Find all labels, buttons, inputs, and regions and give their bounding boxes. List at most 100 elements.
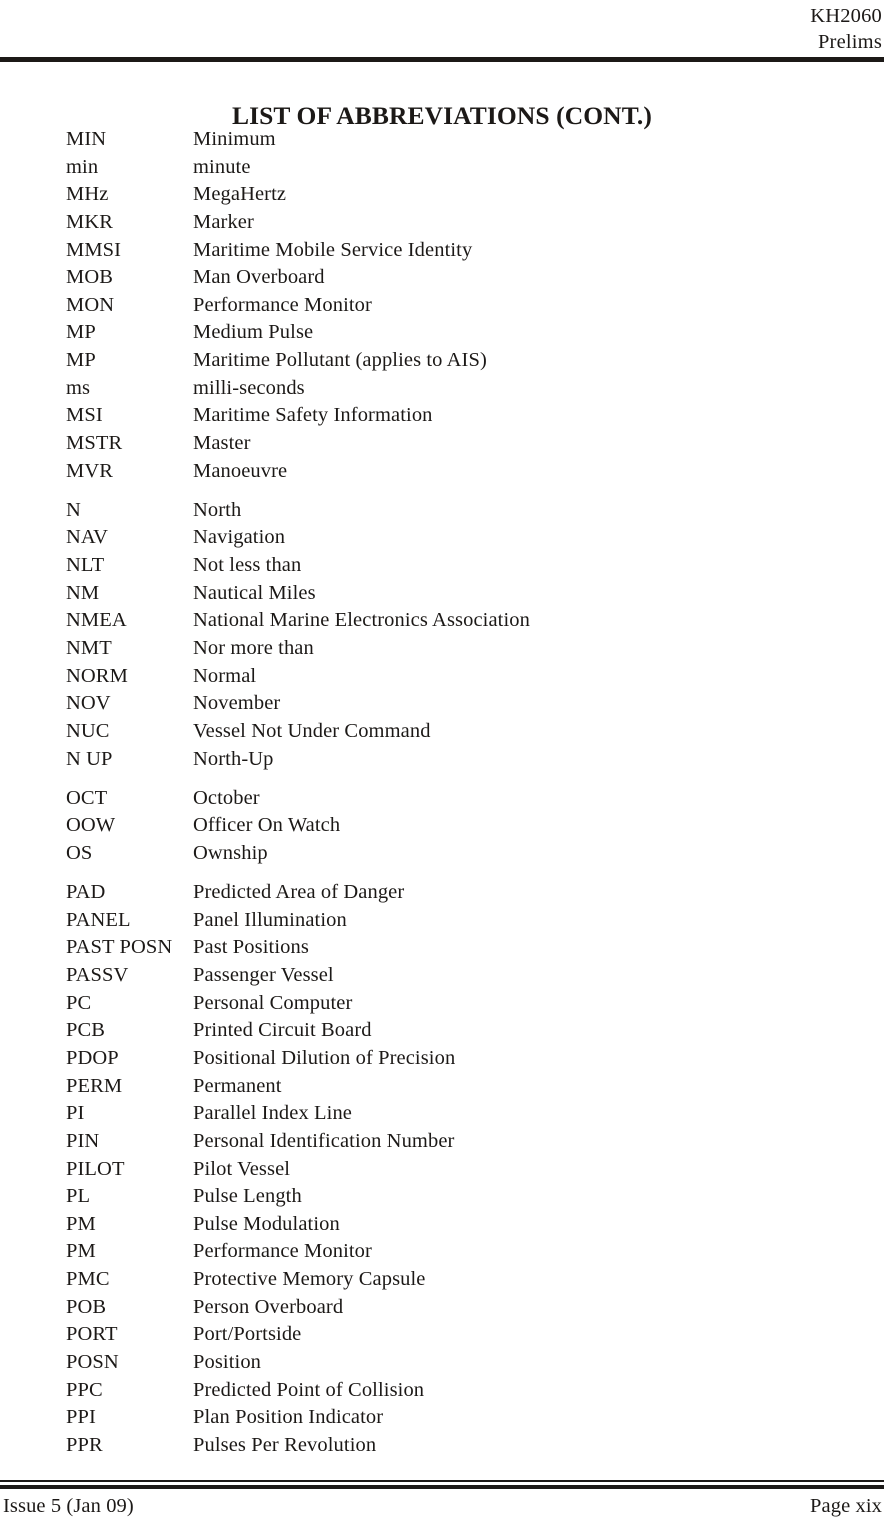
- abbrev-definition: Pulses Per Revolution: [193, 1433, 377, 1456]
- abbrev-row: PDOP Positional Dilution of Precision: [66, 1045, 844, 1073]
- abbrev-definition: Navigation: [193, 526, 286, 549]
- abbrev-term: PM: [66, 1212, 96, 1235]
- abbrev-term: PPR: [66, 1433, 103, 1456]
- abbrev-term: PC: [66, 991, 92, 1014]
- abbrev-row: PIN Personal Identification Number: [66, 1128, 844, 1156]
- abbrev-term: NOV: [66, 692, 111, 715]
- abbrev-row: MON Performance Monitor: [66, 292, 844, 320]
- abbrev-definition: Maritime Safety Information: [193, 404, 433, 427]
- abbrev-row: POSN Position: [66, 1349, 844, 1377]
- abbrev-definition: Port/Portside: [193, 1323, 302, 1346]
- abbrev-row: PCB Printed Circuit Board: [66, 1017, 844, 1045]
- abbrev-row: NAV Navigation: [66, 524, 844, 552]
- abbrev-row: PMC Protective Memory Capsule: [66, 1266, 844, 1294]
- abbrev-row: OS Ownship: [66, 840, 844, 868]
- abbrev-row: PPI Plan Position Indicator: [66, 1404, 844, 1432]
- footer-rule-thick: [0, 1485, 884, 1489]
- abbrev-term: MMSI: [66, 238, 122, 261]
- abbrev-group: OCT October OOW Officer On Watch OS Ownship: [66, 785, 844, 868]
- abbrev-definition: Master: [193, 432, 251, 455]
- abbrev-definition: Vessel Not Under Command: [193, 719, 431, 742]
- abbrev-row: N North: [66, 497, 844, 525]
- abbrev-definition: Pulse Modulation: [193, 1212, 340, 1235]
- abbrev-term: min: [66, 155, 99, 178]
- header-document-code: KH2060: [810, 5, 882, 27]
- abbrev-term: PPI: [66, 1406, 96, 1429]
- abbrev-term: PAD: [66, 881, 106, 904]
- abbrev-row: MIN Minimum: [66, 126, 844, 154]
- abbrev-definition: Maritime Pollutant (applies to AIS): [193, 349, 487, 372]
- abbrev-row: MVR Manoeuvre: [66, 458, 844, 486]
- abbrev-term: PASSV: [66, 964, 129, 987]
- abbrev-term: MSI: [66, 404, 103, 427]
- header-section-name: Prelims: [817, 31, 882, 53]
- abbrev-definition: Nor more than: [193, 637, 314, 660]
- abbrev-term: ms: [66, 376, 91, 399]
- abbrev-term: PILOT: [66, 1157, 125, 1180]
- abbrev-definition: Predicted Point of Collision: [193, 1378, 425, 1401]
- abbrev-row: OOW Officer On Watch: [66, 812, 844, 840]
- abbrev-term: MHz: [66, 183, 109, 206]
- abbrev-definition: Passenger Vessel: [193, 964, 334, 987]
- page-footer: Issue 5 (Jan 09) Page xix: [0, 1493, 884, 1520]
- abbrev-term: PPC: [66, 1378, 103, 1401]
- abbrev-row: NORM Normal: [66, 663, 844, 691]
- abbrev-definition: Past Positions: [193, 936, 309, 959]
- abbrev-row: PI Parallel Index Line: [66, 1100, 844, 1128]
- abbrev-term: PORT: [66, 1323, 118, 1346]
- abbrev-definition: North-Up: [193, 747, 274, 770]
- abbrev-term: MOB: [66, 266, 114, 289]
- abbrev-term: POSN: [66, 1351, 119, 1374]
- abbrev-definition: Permanent: [193, 1074, 282, 1097]
- abbrev-definition: Position: [193, 1351, 262, 1374]
- abbrev-definition: Positional Dilution of Precision: [193, 1047, 456, 1069]
- abbrev-row: PL Pulse Length: [66, 1183, 844, 1211]
- abbrev-row: ms milli-seconds: [66, 375, 844, 403]
- abbrev-term: OS: [66, 842, 93, 865]
- abbrev-group: N North NAV Navigation NLT Not less than NM Nau…: [66, 497, 844, 773]
- abbrev-term: NORM: [66, 664, 128, 687]
- abbrev-definition: Ownship: [193, 842, 268, 865]
- footer-issue: Issue 5 (Jan 09): [3, 1495, 134, 1517]
- abbrev-term: NM: [66, 581, 100, 604]
- abbrev-row: NUC Vessel Not Under Command: [66, 718, 844, 746]
- abbrev-row: PERM Permanent: [66, 1073, 844, 1101]
- abbrev-term: PDOP: [66, 1047, 119, 1069]
- abbrev-row: MP Maritime Pollutant (applies to AIS): [66, 347, 844, 375]
- abbrev-definition: Normal: [193, 664, 257, 687]
- abbrev-group: PAD Predicted Area of Danger PANEL Panel Il…: [66, 879, 844, 1459]
- abbrev-term: NUC: [66, 719, 110, 742]
- abbrev-row: MP Medium Pulse: [66, 319, 844, 347]
- abbrev-row: MMSI Maritime Mobile Service Identity: [66, 237, 844, 265]
- abbrev-row: NMT Nor more than: [66, 635, 844, 663]
- abbrev-definition: Personal Identification Number: [193, 1129, 455, 1152]
- abbrev-term: PERM: [66, 1074, 123, 1097]
- abbrev-row: MKR Marker: [66, 209, 844, 237]
- abbrev-definition: October: [193, 786, 260, 809]
- abbrev-term: PI: [66, 1102, 85, 1125]
- abbrev-row: MSI Maritime Safety Information: [66, 402, 844, 430]
- abbrev-term: MP: [66, 321, 96, 344]
- abbrev-definition: Medium Pulse: [193, 321, 314, 344]
- abbrev-definition: Manoeuvre: [193, 459, 288, 482]
- abbrev-term: MON: [66, 293, 115, 316]
- abbrev-row: min minute: [66, 154, 844, 182]
- abbrev-definition: Not less than: [193, 554, 302, 577]
- abbrev-term: NMEA: [66, 609, 127, 632]
- abbrev-row: PAST POSN Past Positions: [66, 934, 844, 962]
- abbrev-term: PIN: [66, 1129, 100, 1152]
- abbrev-row: MHz MegaHertz: [66, 181, 844, 209]
- abbrev-term: OOW: [66, 814, 116, 837]
- abbrev-definition: Man Overboard: [193, 266, 325, 289]
- abbrev-row: NMEA National Marine Electronics Associat…: [66, 607, 844, 635]
- abbrev-term: PMC: [66, 1268, 110, 1291]
- abbrev-row: MOB Man Overboard: [66, 264, 844, 292]
- abbrev-row: N UP North-Up: [66, 746, 844, 774]
- abbrev-row: PC Personal Computer: [66, 990, 844, 1018]
- abbrev-definition: Performance Monitor: [193, 293, 372, 316]
- abbrev-row: MSTR Master: [66, 430, 844, 458]
- abbrev-row: NM Nautical Miles: [66, 580, 844, 608]
- abbrev-row: POB Person Overboard: [66, 1294, 844, 1322]
- abbrev-row: PM Performance Monitor: [66, 1238, 844, 1266]
- abbrev-definition: National Marine Electronics Association: [193, 609, 530, 632]
